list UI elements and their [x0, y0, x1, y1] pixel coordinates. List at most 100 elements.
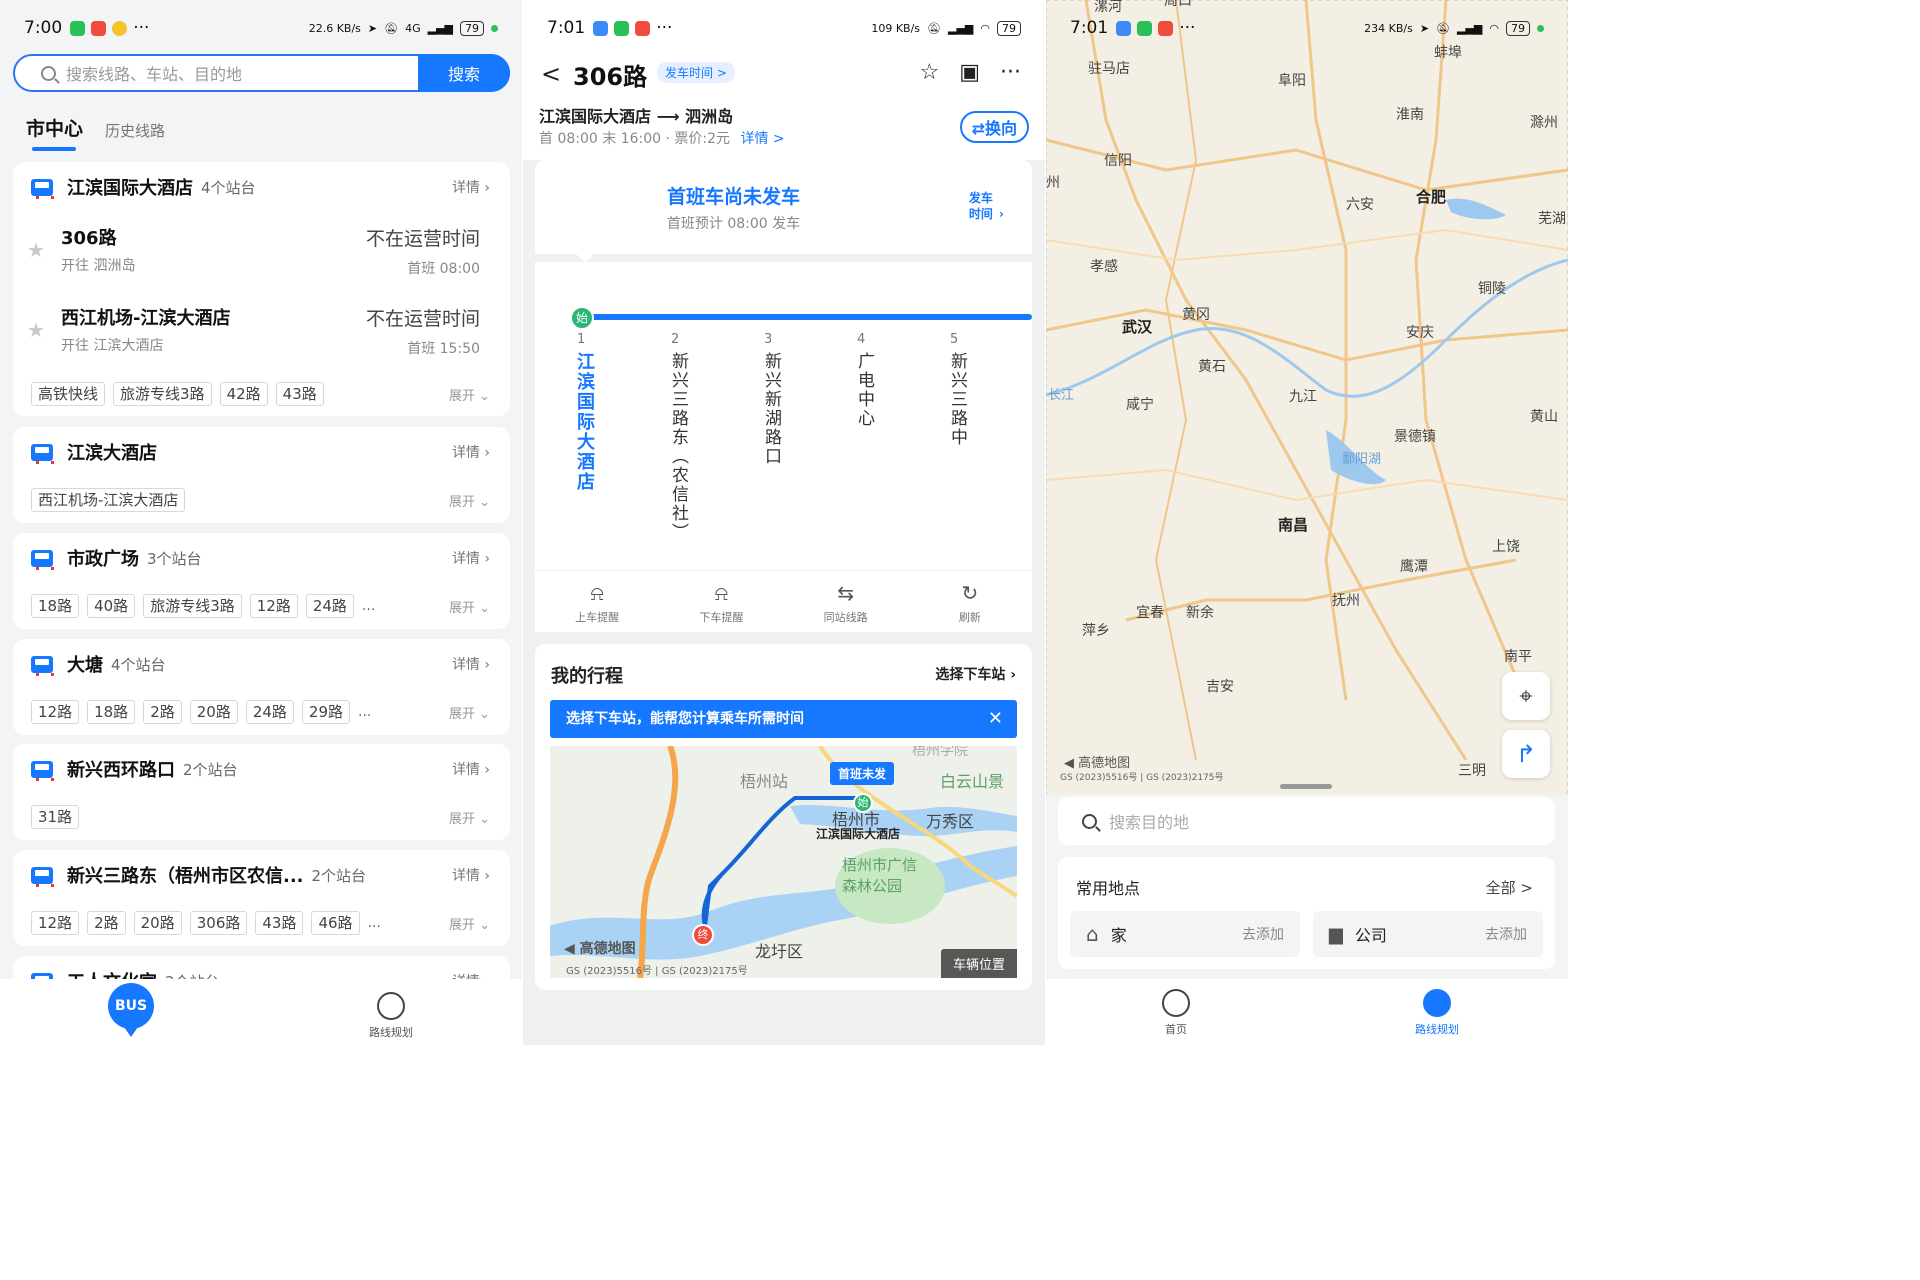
nav-home[interactable]: 首页 — [1158, 989, 1194, 1037]
expand-button[interactable]: 展开 ⌄ — [449, 808, 490, 827]
route-row[interactable]: ★ 306路 开往 泗洲岛 不在运营时间 首班 08:00 — [27, 214, 480, 284]
detail-link[interactable]: 详情 › — [452, 865, 490, 885]
route-chip[interactable]: 2路 — [87, 911, 126, 935]
route-chip[interactable]: 18路 — [87, 700, 136, 724]
nav-bus-button[interactable]: BUS — [108, 983, 154, 1037]
search-bar[interactable]: 搜索线路、车站、目的地 搜索 — [13, 54, 510, 92]
expand-button[interactable]: 展开 ⌄ — [449, 914, 490, 933]
station-card[interactable]: 新兴三路东（梧州市区农信... 2个站台 详情 › 12路 2路 20路 306… — [13, 850, 510, 946]
station-card[interactable]: 江滨大酒店 详情 › 西江机场-江滨大酒店 展开 ⌄ — [13, 427, 510, 523]
status-bar: 7:01 ··· 109 KB/s 🔕︎ ▂▄▆ ◠ 79 — [523, 0, 1045, 56]
close-icon[interactable]: ✕ — [988, 700, 1003, 738]
city-label: 蚌埠 — [1434, 45, 1462, 61]
mini-map[interactable]: 梧州站 梧州学院 白云山景 万秀区 梧州市 江滨国际大酒店 梧州市广信森林公园 … — [550, 746, 1017, 978]
route-chip[interactable]: 12路 — [31, 700, 80, 724]
tab-history[interactable]: 历史线路 — [105, 120, 165, 141]
add-home-link[interactable]: 去添加 — [1242, 924, 1284, 944]
locate-button[interactable]: ⌖ — [1502, 672, 1550, 720]
amap-logo: ◀ 高德地图 — [1064, 756, 1131, 771]
city-label: 州 — [1046, 175, 1060, 191]
expand-button[interactable]: 展开 ⌄ — [449, 491, 490, 510]
back-icon[interactable]: < — [541, 60, 561, 88]
route-chip[interactable]: 西江机场-江滨大酒店 — [31, 488, 186, 512]
tool-icon[interactable]: ▣ — [959, 60, 980, 85]
route-chip[interactable]: 46路 — [311, 911, 360, 935]
detail-link[interactable]: 详情 › — [452, 654, 490, 674]
stop-name[interactable]: 新兴三路东（农信社） — [666, 352, 691, 542]
expand-button[interactable]: 展开 ⌄ — [449, 385, 490, 404]
nav-route-planning[interactable]: 路线规划 — [1406, 989, 1468, 1037]
stop-name[interactable]: 新兴三路中 — [945, 352, 970, 447]
work-place-button[interactable]: ▆ 公司 去添加 — [1313, 911, 1543, 957]
search-button[interactable]: 搜索 — [418, 54, 510, 92]
route-chip[interactable]: 31路 — [31, 805, 80, 829]
privacy-dot-icon — [1537, 24, 1544, 32]
more-icon[interactable]: ··· — [1000, 60, 1021, 85]
route-chip[interactable]: 43路 — [275, 382, 324, 406]
route-row[interactable]: ★ 西江机场-江滨大酒店 开往 江滨大酒店 不在运营时间 首班 15:50 — [27, 294, 480, 364]
station-card[interactable]: 市政广场 3个站台 详情 › 18路 40路 旅游专线3路 12路 24路 ..… — [13, 533, 510, 629]
navigate-button[interactable]: ↱ — [1502, 730, 1550, 778]
destination-input[interactable]: 搜索目的地 — [1109, 809, 1189, 833]
station-card[interactable]: 大塘 4个站台 详情 › 12路 18路 2路 20路 24路 29路 ... … — [13, 639, 510, 735]
stop-name[interactable]: 广电中心 — [852, 352, 877, 428]
drag-handle[interactable] — [1280, 784, 1332, 789]
stop-name[interactable]: 新兴新湖路口 — [759, 352, 784, 466]
view-all-link[interactable]: 全部 > — [1486, 877, 1533, 898]
route-chip[interactable]: 2路 — [143, 700, 182, 724]
city-label: 六安 — [1346, 197, 1374, 213]
route-chip[interactable]: 24路 — [305, 594, 354, 618]
same-station-routes-button[interactable]: ⇆ 同站线路 — [784, 571, 908, 632]
detail-link[interactable]: 详情 › — [452, 548, 490, 568]
route-chip[interactable]: 24路 — [245, 700, 294, 724]
route-chip[interactable]: 旅游专线3路 — [113, 382, 212, 406]
alighting-reminder-button[interactable]: ⍾ 下车提醒 — [659, 571, 783, 632]
route-chip[interactable]: 20路 — [189, 700, 238, 724]
search-input[interactable]: 搜索线路、车站、目的地 — [66, 61, 418, 85]
route-chip[interactable]: 43路 — [255, 911, 304, 935]
expand-button[interactable]: 展开 ⌄ — [449, 703, 490, 722]
expand-button[interactable]: 展开 ⌄ — [449, 597, 490, 616]
departure-time-link[interactable]: 发车时间 › — [967, 190, 1004, 222]
stop-name[interactable]: 江滨国际大酒店 — [571, 352, 597, 492]
city-label: 三明 — [1458, 763, 1486, 779]
detail-link[interactable]: 详情 › — [452, 759, 490, 779]
star-icon[interactable]: ★ — [27, 238, 45, 262]
star-icon[interactable]: ★ — [27, 318, 45, 342]
star-icon[interactable]: ☆ — [919, 60, 939, 85]
detail-link[interactable]: 详情 › — [452, 442, 490, 462]
trip-title: 我的行程 — [551, 666, 623, 687]
route-chip[interactable]: 高铁快线 — [31, 382, 106, 406]
bell-icon: ⍾ — [590, 581, 604, 605]
route-chip[interactable]: 旅游专线3路 — [143, 594, 242, 618]
amap-logo: ◀ 高德地图 — [564, 941, 636, 957]
refresh-button[interactable]: ↻ 刷新 — [908, 571, 1032, 632]
station-card[interactable]: 新兴西环路口 2个站台 详情 › 31路 展开 ⌄ — [13, 744, 510, 840]
route-chip[interactable]: 306路 — [189, 911, 248, 935]
departure-time-tag[interactable]: 发车时间 > — [657, 62, 735, 83]
vehicle-location-button[interactable]: 车辆位置 — [940, 949, 1017, 978]
station-card[interactable]: 江滨国际大酒店 4个站台 详情 › ★ 306路 开往 泗洲岛 不在运营时间 首… — [13, 162, 510, 416]
route-detail-link[interactable]: 详情 > — [740, 131, 784, 147]
route-chip[interactable]: 42路 — [219, 382, 268, 406]
status-time: 7:00 — [24, 18, 63, 38]
map-label: 白云山景 — [940, 772, 1005, 791]
select-stop-link[interactable]: 选择下车站 › — [935, 664, 1016, 684]
city-label: 新余 — [1186, 605, 1214, 621]
nav-route-planning[interactable]: 路线规划 — [360, 992, 422, 1040]
route-chip[interactable]: 29路 — [301, 700, 351, 724]
detail-link[interactable]: 详情 › — [452, 177, 490, 197]
tab-city-center[interactable]: 市中心 — [26, 114, 83, 151]
route-chip[interactable]: 40路 — [87, 594, 136, 618]
destination-search[interactable]: 搜索目的地 — [1058, 797, 1555, 845]
route-chip[interactable]: 12路 — [249, 594, 298, 618]
swap-direction-button[interactable]: ⇄换向 — [959, 111, 1029, 143]
city-label: 信阳 — [1104, 153, 1132, 169]
add-work-link[interactable]: 去添加 — [1485, 924, 1527, 944]
boarding-reminder-button[interactable]: ⍾ 上车提醒 — [535, 571, 659, 632]
map-copyright: GS (2023)5516号 | GS (2023)2175号 — [566, 966, 748, 977]
route-chip[interactable]: 20路 — [133, 911, 182, 935]
home-place-button[interactable]: ⌂ 家 去添加 — [1070, 911, 1300, 957]
route-chip[interactable]: 18路 — [31, 594, 80, 618]
route-chip[interactable]: 12路 — [31, 911, 80, 935]
